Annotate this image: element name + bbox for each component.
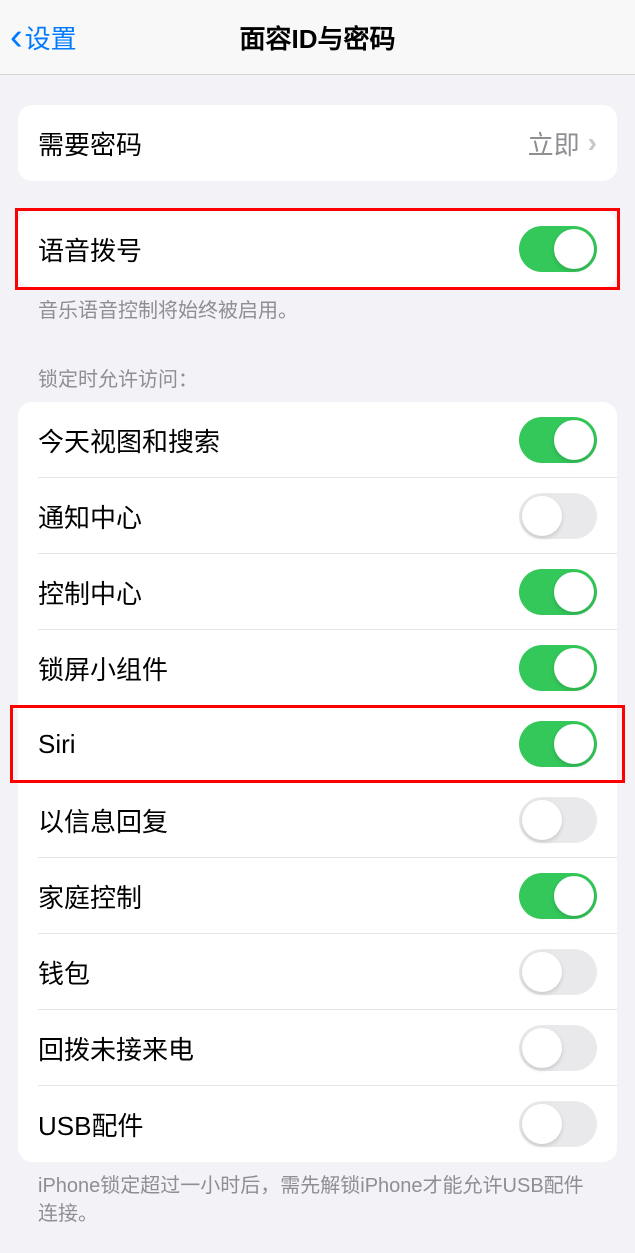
toggle-thumb [522,1104,562,1144]
lock-access-label: 今天视图和搜索 [38,422,220,459]
toggle-thumb [554,724,594,764]
lock-access-toggle[interactable] [519,797,597,843]
lock-access-toggle[interactable] [519,493,597,539]
lock-access-label: 通知中心 [38,498,142,535]
lock-access-row: 锁屏小组件 [18,630,617,706]
chevron-right-icon: › [588,127,597,159]
voice-dial-footer: 音乐语音控制将始终被启用。 [18,287,617,325]
toggle-thumb [554,420,594,460]
lock-access-toggle[interactable] [519,873,597,919]
lock-access-footer: iPhone锁定超过一小时后，需先解锁iPhone才能允许USB配件连接。 [18,1162,617,1228]
toggle-thumb [554,876,594,916]
back-button[interactable]: ‹ 设置 [0,18,77,56]
page-title: 面容ID与密码 [239,19,395,56]
lock-access-row: 回拨未接来电 [18,1010,617,1086]
voice-dial-label: 语音拨号 [38,231,142,268]
lock-access-toggle[interactable] [519,1101,597,1147]
lock-access-row: 控制中心 [18,554,617,630]
toggle-thumb [522,1028,562,1068]
lock-access-toggle[interactable] [519,1025,597,1071]
require-passcode-row[interactable]: 需要密码 立即 › [18,105,617,181]
lock-access-row: USB配件 [18,1086,617,1162]
navigation-bar: ‹ 设置 面容ID与密码 [0,0,635,75]
lock-access-label: 回拨未接来电 [38,1030,194,1067]
lock-access-label: Siri [38,729,76,760]
toggle-thumb [554,648,594,688]
lock-access-toggle[interactable] [519,417,597,463]
passcode-group: 需要密码 立即 › [18,105,617,181]
voice-dial-group: 语音拨号 [18,211,617,287]
toggle-thumb [522,496,562,536]
lock-access-label: 锁屏小组件 [38,650,168,687]
toggle-thumb [554,572,594,612]
lock-access-row: 钱包 [18,934,617,1010]
lock-access-row: Siri [18,706,617,782]
lock-access-label: USB配件 [38,1106,143,1143]
lock-access-label: 控制中心 [38,574,142,611]
lock-access-label: 家庭控制 [38,878,142,915]
lock-access-row: 家庭控制 [18,858,617,934]
lock-access-toggle[interactable] [519,721,597,767]
lock-access-label: 以信息回复 [38,802,168,839]
require-passcode-value: 立即 [528,125,580,162]
toggle-thumb [554,229,594,269]
lock-access-row: 以信息回复 [18,782,617,858]
lock-access-toggle[interactable] [519,569,597,615]
lock-access-toggle[interactable] [519,645,597,691]
lock-access-row: 今天视图和搜索 [18,402,617,478]
voice-dial-toggle[interactable] [519,226,597,272]
back-label: 设置 [25,19,77,56]
toggle-thumb [522,800,562,840]
lock-access-label: 钱包 [38,954,90,991]
voice-dial-row: 语音拨号 [18,211,617,287]
chevron-left-icon: ‹ [10,18,23,56]
lock-access-header: 锁定时允许访问： [18,325,617,402]
lock-access-group: 今天视图和搜索通知中心控制中心锁屏小组件 Siri 以信息回复家庭控制钱包回拨未接来… [18,402,617,1162]
lock-access-toggle[interactable] [519,949,597,995]
toggle-thumb [522,952,562,992]
require-passcode-label: 需要密码 [38,125,142,162]
lock-access-row: 通知中心 [18,478,617,554]
